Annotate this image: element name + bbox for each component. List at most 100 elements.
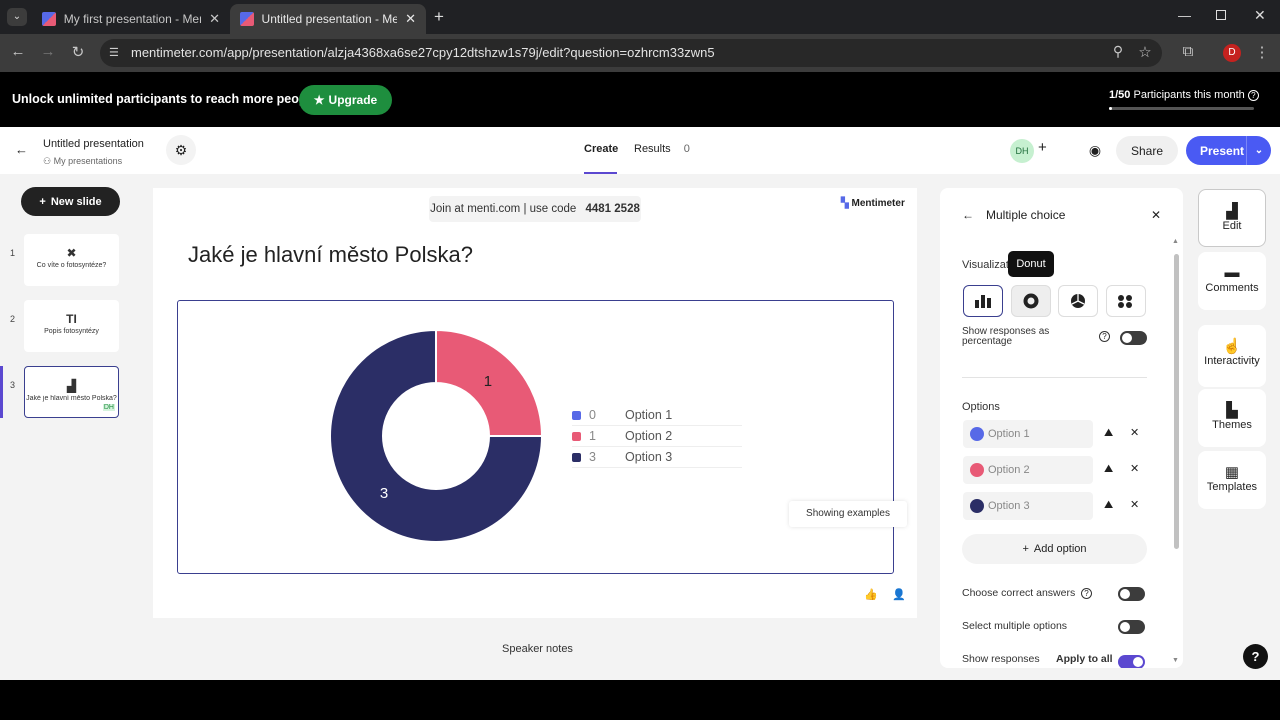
new-slide-button[interactable]: + New slide bbox=[21, 187, 120, 216]
select-multiple-toggle[interactable] bbox=[1118, 620, 1145, 634]
banner-text: Unlock unlimited participants to reach m… bbox=[12, 92, 321, 106]
option-color-swatch[interactable] bbox=[970, 499, 984, 513]
panel-close-icon[interactable]: ✕ bbox=[1151, 208, 1161, 222]
option-color-swatch[interactable] bbox=[970, 427, 984, 441]
profile-avatar[interactable]: D bbox=[1223, 44, 1241, 62]
chart-legend: 0 Option 1 1 Option 2 3 Option 3 bbox=[572, 405, 742, 468]
dots-chart-option[interactable] bbox=[1106, 285, 1146, 317]
donut-icon bbox=[1023, 293, 1039, 309]
site-info-icon[interactable]: ☰ bbox=[109, 39, 119, 67]
speaker-notes[interactable]: Speaker notes bbox=[502, 643, 573, 655]
url-field[interactable]: ☰ mentimeter.com/app/presentation/alzja4… bbox=[100, 39, 1162, 67]
share-button[interactable]: Share bbox=[1116, 136, 1178, 165]
browser-tab[interactable]: My first presentation - Mentim ✕ bbox=[32, 4, 230, 34]
presentation-title[interactable]: Untitled presentation bbox=[43, 138, 144, 150]
present-button[interactable]: Present ⌄ bbox=[1186, 136, 1271, 165]
legend-label: Option 2 bbox=[625, 429, 673, 443]
slice-value-label: 1 bbox=[484, 373, 492, 390]
tab-create[interactable]: Create bbox=[584, 143, 618, 155]
slide-thumbnail[interactable]: ✖ Co víte o fotosyntéze? bbox=[24, 234, 119, 286]
mark-correct-icon[interactable]: ⛰ bbox=[1104, 427, 1113, 440]
show-responses-toggle[interactable] bbox=[1118, 655, 1145, 668]
editor-header: ← Untitled presentation ⚇ My presentatio… bbox=[0, 127, 1280, 174]
bookmark-star-icon[interactable]: ☆ bbox=[1135, 43, 1155, 61]
apply-to-all-link[interactable]: Apply to all bbox=[1056, 653, 1113, 665]
star-icon: ★ bbox=[313, 93, 325, 107]
settings-gear-icon[interactable]: ⚙ bbox=[166, 135, 196, 165]
new-tab-icon[interactable]: + bbox=[434, 7, 444, 27]
minimize-icon[interactable]: — bbox=[1178, 8, 1191, 23]
panel-back-icon[interactable]: ← bbox=[962, 208, 974, 222]
help-button[interactable]: ? bbox=[1243, 644, 1268, 669]
collaborator-badge: DH bbox=[102, 404, 115, 411]
delete-option-icon[interactable]: ✕ bbox=[1130, 462, 1139, 475]
restore-icon[interactable] bbox=[1216, 10, 1226, 20]
reactions-thumb-icon[interactable]: 👍 bbox=[864, 588, 878, 601]
nav-comments[interactable]: ▬ Comments bbox=[1198, 252, 1266, 310]
pie-chart-option[interactable] bbox=[1058, 285, 1098, 317]
participant-icon[interactable]: 👤 bbox=[892, 588, 906, 601]
tab-search-icon[interactable]: ⌄ bbox=[7, 8, 27, 26]
text-type-icon: TI bbox=[66, 312, 77, 326]
option-color-swatch[interactable] bbox=[970, 463, 984, 477]
participants-progress-fill bbox=[1109, 107, 1112, 110]
upgrade-button[interactable]: ★ Upgrade bbox=[299, 85, 392, 115]
question-title[interactable]: Jaké je hlavní město Polska? bbox=[188, 242, 473, 268]
participants-progress bbox=[1109, 107, 1254, 110]
reload-icon[interactable]: ↻ bbox=[68, 43, 88, 61]
collaborator-avatar[interactable]: DH bbox=[1010, 139, 1034, 163]
legend-item: 3 Option 3 bbox=[572, 447, 742, 468]
choose-correct-label: Choose correct answers bbox=[962, 587, 1076, 599]
help-circle-icon[interactable]: ? bbox=[1099, 331, 1110, 342]
nav-templates[interactable]: ▦ Templates bbox=[1198, 451, 1266, 509]
mark-correct-icon[interactable]: ⛰ bbox=[1104, 463, 1113, 476]
show-percentage-label: Show responses as percentage bbox=[962, 326, 1050, 347]
option-input[interactable]: Option 1 bbox=[963, 420, 1093, 448]
bar-chart-option[interactable] bbox=[963, 285, 1003, 317]
show-percentage-toggle[interactable] bbox=[1120, 331, 1147, 345]
close-tab-icon[interactable]: ✕ bbox=[405, 11, 416, 27]
window-close-icon[interactable]: ✕ bbox=[1254, 7, 1266, 24]
slide-thumbnail-active[interactable]: ▟ Jaké je hlavní město Polska? DH bbox=[24, 366, 119, 418]
tab-results[interactable]: Results 0 bbox=[634, 143, 690, 155]
upgrade-banner: Unlock unlimited participants to reach m… bbox=[0, 72, 1280, 127]
plus-icon: + bbox=[39, 195, 46, 208]
choose-correct-toggle[interactable] bbox=[1118, 587, 1145, 601]
donut-chart-option[interactable] bbox=[1011, 285, 1051, 317]
browser-tab-active[interactable]: Untitled presentation - Mentim ✕ bbox=[230, 4, 426, 34]
scroll-up-arrow-icon[interactable]: ▲ bbox=[1172, 238, 1179, 245]
question-editor-panel: ← Multiple choice ✕ Visualizat Donut Sho… bbox=[940, 188, 1183, 668]
zoom-icon[interactable]: ⚲ bbox=[1108, 43, 1128, 60]
nav-edit[interactable]: ▟ Edit bbox=[1198, 189, 1266, 247]
nav-themes[interactable]: ▙ Themes bbox=[1198, 389, 1266, 447]
forward-arrow-icon[interactable]: → bbox=[38, 43, 58, 60]
mark-correct-icon[interactable]: ⛰ bbox=[1104, 499, 1113, 512]
delete-option-icon[interactable]: ✕ bbox=[1130, 426, 1139, 439]
visualization-label: Visualizat bbox=[962, 259, 1009, 271]
breadcrumb[interactable]: ⚇ My presentations bbox=[43, 156, 122, 167]
extensions-icon[interactable]: ⧉ bbox=[1178, 43, 1198, 60]
add-option-button[interactable]: + Add option bbox=[962, 534, 1147, 564]
slide-canvas[interactable]: Join at menti.com | use code 4481 2528 ▚… bbox=[153, 188, 917, 618]
back-arrow-icon[interactable]: ← bbox=[8, 43, 28, 60]
option-input[interactable]: Option 2 bbox=[963, 456, 1093, 484]
slide-thumbnail[interactable]: TI Popis fotosyntézy bbox=[24, 300, 119, 352]
browser-menu-icon[interactable]: ⋮ bbox=[1252, 43, 1272, 61]
nav-interactivity[interactable]: ☝ Interactivity bbox=[1198, 325, 1266, 387]
delete-option-icon[interactable]: ✕ bbox=[1130, 498, 1139, 511]
scrollbar-thumb[interactable] bbox=[1174, 254, 1179, 549]
present-dropdown-icon[interactable]: ⌄ bbox=[1246, 136, 1271, 165]
slides-panel: + New slide 1 ✖ Co víte o fotosyntéze? 2… bbox=[0, 174, 140, 680]
help-circle-icon[interactable]: ? bbox=[1081, 588, 1092, 599]
legend-value: 0 bbox=[589, 408, 596, 422]
close-tab-icon[interactable]: ✕ bbox=[209, 11, 220, 27]
back-icon[interactable]: ← bbox=[15, 142, 28, 157]
scroll-down-arrow-icon[interactable]: ▼ bbox=[1172, 657, 1179, 664]
legend-swatch bbox=[572, 452, 581, 462]
add-collaborator-icon[interactable]: + bbox=[1038, 139, 1047, 156]
legend-swatch bbox=[572, 431, 581, 441]
preview-eye-icon[interactable]: ◉ bbox=[1082, 137, 1108, 163]
hand-pointer-icon: ☝ bbox=[1222, 338, 1242, 355]
help-circle-icon[interactable]: ? bbox=[1247, 90, 1259, 101]
option-input[interactable]: Option 3 bbox=[963, 492, 1093, 520]
